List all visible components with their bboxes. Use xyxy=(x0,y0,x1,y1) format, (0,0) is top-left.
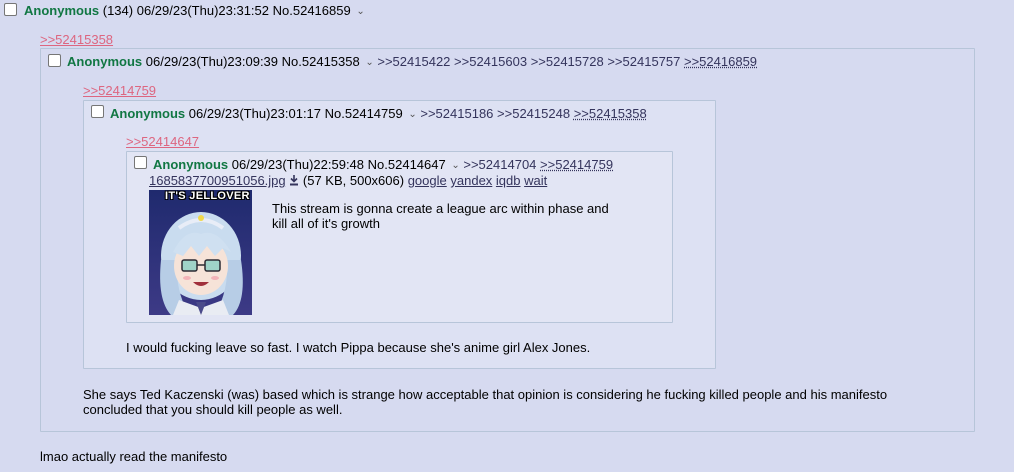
post-datetime: 06/29/23(Thu)22:59:48 xyxy=(231,157,365,172)
backlink[interactable]: >>52414704 xyxy=(463,157,536,172)
post-datetime: 06/29/23(Thu)23:01:17 xyxy=(188,106,322,121)
chevron-down-icon[interactable]: ⌄ xyxy=(356,6,364,17)
yandex-search-link[interactable]: yandex xyxy=(450,173,492,188)
backlink[interactable]: >>52415757 xyxy=(607,54,680,69)
chevron-down-icon[interactable]: ⌄ xyxy=(451,160,459,171)
post-message: lmao actually read the manifesto xyxy=(40,449,228,464)
post-message: I would fucking leave so fast. I watch P… xyxy=(126,340,591,355)
poster-id-count: (134) xyxy=(102,3,134,18)
poster-name: Anonymous xyxy=(153,157,229,172)
inline-quote-link[interactable]: >>52414759 xyxy=(83,83,156,98)
google-search-link[interactable]: google xyxy=(408,173,447,188)
post-checkbox[interactable] xyxy=(48,54,61,67)
poster-name: Anonymous xyxy=(24,3,100,18)
post-header: Anonymous 06/29/23(Thu)22:59:48 No.52414… xyxy=(153,157,613,172)
post-message: This stream is gonna create a league arc… xyxy=(272,201,609,231)
backlink[interactable]: >>52415358 xyxy=(574,106,647,121)
backlink[interactable]: >>52416859 xyxy=(684,54,757,69)
chevron-down-icon[interactable]: ⌄ xyxy=(365,57,373,68)
post-header: Anonymous 06/29/23(Thu)23:01:17 No.52414… xyxy=(110,106,647,121)
backlink[interactable]: >>52415248 xyxy=(497,106,570,121)
message-line: kill all of it's growth xyxy=(272,216,380,231)
anime-girl-image xyxy=(149,190,252,315)
backlink[interactable]: >>52415603 xyxy=(454,54,527,69)
backlink[interactable]: >>52415422 xyxy=(377,54,450,69)
inline-quote-link[interactable]: >>52414647 xyxy=(126,134,199,149)
message-line: concluded that you should kill people as… xyxy=(83,402,343,417)
post-header: Anonymous (134) 06/29/23(Thu)23:31:52 No… xyxy=(24,3,365,18)
post-checkbox[interactable] xyxy=(4,3,17,16)
post-thumbnail[interactable]: IT'S JELLOVER xyxy=(149,190,252,315)
message-line: She says Ted Kaczenski (was) based which… xyxy=(83,387,888,402)
iqdb-search-link[interactable]: iqdb xyxy=(496,173,521,188)
post-number[interactable]: No.52414759 xyxy=(325,106,403,121)
chevron-down-icon[interactable]: ⌄ xyxy=(408,109,416,120)
wait-search-link[interactable]: wait xyxy=(524,173,547,188)
post-datetime: 06/29/23(Thu)23:09:39 xyxy=(145,54,279,69)
file-meta: (57 KB, 500x606) xyxy=(302,173,405,188)
post-header: Anonymous 06/29/23(Thu)23:09:39 No.52415… xyxy=(67,54,757,69)
download-icon[interactable] xyxy=(289,175,299,186)
file-info: 1685837700951056.jpg (57 KB, 500x606) go… xyxy=(149,173,547,188)
poster-name: Anonymous xyxy=(67,54,143,69)
post-checkbox[interactable] xyxy=(91,105,104,118)
inline-quote-link[interactable]: >>52415358 xyxy=(40,32,113,47)
post-message: She says Ted Kaczenski (was) based which… xyxy=(83,387,887,417)
post-number[interactable]: No.52414647 xyxy=(368,157,446,172)
file-name-link[interactable]: 1685837700951056.jpg xyxy=(149,173,286,188)
backlink[interactable]: >>52415728 xyxy=(531,54,604,69)
message-line: This stream is gonna create a league arc… xyxy=(272,201,609,216)
thumbnail-caption: IT'S JELLOVER xyxy=(165,190,250,202)
post-number[interactable]: No.52416859 xyxy=(273,3,351,18)
post-datetime: 06/29/23(Thu)23:31:52 xyxy=(136,3,270,18)
post-checkbox[interactable] xyxy=(134,156,147,169)
backlink[interactable]: >>52415186 xyxy=(420,106,493,121)
post-number[interactable]: No.52415358 xyxy=(282,54,360,69)
backlink[interactable]: >>52414759 xyxy=(540,157,613,172)
poster-name: Anonymous xyxy=(110,106,186,121)
